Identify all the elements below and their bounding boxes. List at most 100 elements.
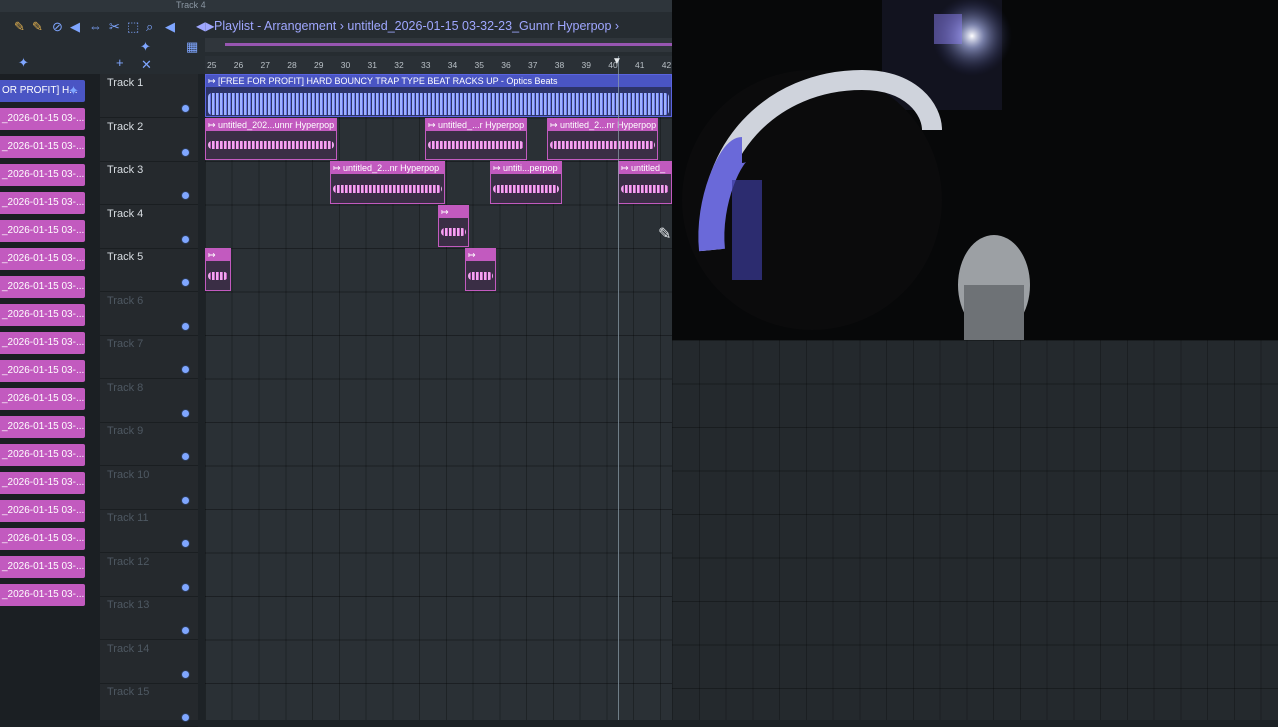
picker-clip-item[interactable]: _2026-01-15 03-... xyxy=(0,164,85,186)
clip-t3a[interactable]: ↦ untitled_2...nr Hyperpop xyxy=(330,161,445,204)
track-header[interactable]: Track 4 xyxy=(100,205,198,249)
time-ruler[interactable]: 25 26 27 28 29 30 31 32 33 34 35 36 37 38 39 40 41 42 xyxy=(205,56,672,74)
paint-icon[interactable]: ✎ xyxy=(32,20,43,34)
playlist-overview[interactable] xyxy=(205,38,672,52)
waveform xyxy=(493,184,559,193)
track-enable-led-icon[interactable] xyxy=(182,366,189,373)
track-header[interactable]: Track 8 xyxy=(100,379,198,423)
track-label: Track 11 xyxy=(107,512,149,524)
track-header[interactable]: Track 14 xyxy=(100,640,198,684)
track-enable-led-icon[interactable] xyxy=(182,409,189,417)
picker-clip-item[interactable]: _2026-01-15 03-... xyxy=(0,472,85,494)
clip-t3c[interactable]: ↦ untitled_ xyxy=(618,161,672,204)
track-label: Track 10 xyxy=(107,468,150,481)
picker-clip-item[interactable]: _2026-01-15 03-... xyxy=(0,584,85,606)
track-label: Track 13 xyxy=(107,599,150,611)
clip-t5a[interactable]: ↦ xyxy=(205,248,231,291)
ruler-bar-number: 32 xyxy=(394,60,404,70)
picker-clip-item[interactable]: _2026-01-15 03-... xyxy=(0,444,85,466)
select-icon[interactable]: ⬚ xyxy=(127,20,139,34)
clip-t2c[interactable]: ↦ untitled_2...nr Hyperpop xyxy=(547,118,658,160)
clip-t3b[interactable]: ↦ untiti...perpop xyxy=(490,161,562,204)
picker-clip-item[interactable]: _2026-01-15 03-... xyxy=(0,556,85,578)
snap-icon[interactable]: ✦ xyxy=(140,40,151,54)
track-enable-led-icon[interactable] xyxy=(182,322,189,330)
track-label: Track 12 xyxy=(107,555,150,568)
track-enable-led-icon[interactable] xyxy=(182,670,189,678)
track-label: Track 1 xyxy=(107,77,144,89)
track-label: Track 8 xyxy=(107,381,144,394)
track-enable-led-icon[interactable] xyxy=(182,279,189,286)
playlist-title[interactable]: Playlist - Arrangement › untitled_2026-0… xyxy=(214,19,619,33)
track-header[interactable]: Track 10 xyxy=(100,466,198,510)
ruler-bar-number: 31 xyxy=(367,60,377,70)
clip-beat[interactable]: ↦ [FREE FOR PROFIT] HARD BOUNCY TRAP TYP… xyxy=(205,74,672,117)
track-label: Track 14 xyxy=(107,642,150,655)
picker-move-icon[interactable]: ✦ xyxy=(18,56,29,70)
playhead[interactable] xyxy=(618,56,619,720)
close-icon[interactable]: ✕ xyxy=(141,58,152,72)
picker-clip-item[interactable]: _2026-01-15 03-... xyxy=(0,416,85,438)
slip-icon[interactable]: ⇔ xyxy=(89,20,102,34)
picker-clip-item[interactable]: _2026-01-15 03-... xyxy=(0,388,85,410)
ruler-bar-number: 39 xyxy=(581,60,591,70)
track-enable-led-icon[interactable] xyxy=(182,105,189,112)
track-header[interactable]: Track 6 xyxy=(100,292,198,336)
playlist-menu-arrow-icon[interactable]: ◀▶ xyxy=(196,19,214,33)
clip-label: ↦ untitled_2...nr Hyperpop xyxy=(331,162,444,174)
track-enable-led-icon[interactable] xyxy=(182,453,189,460)
track-header[interactable]: Track 11 xyxy=(100,509,198,553)
clip-label: ↦ [FREE FOR PROFIT] HARD BOUNCY TRAP TYP… xyxy=(206,75,671,87)
clip-t2b[interactable]: ↦ untitled_...r Hyperpop xyxy=(425,118,527,160)
clip-t5b[interactable]: ↦ xyxy=(465,248,496,291)
track-header[interactable]: Track 1 xyxy=(100,74,198,118)
picker-move-icon-2[interactable]: ✦ xyxy=(68,84,79,98)
playhead-marker-icon[interactable]: ▼ xyxy=(612,56,622,67)
picker-clip-item[interactable]: _2026-01-15 03-... xyxy=(0,192,85,214)
waveform xyxy=(468,271,493,280)
picker-clip-item[interactable]: _2026-01-15 03-... xyxy=(0,108,85,130)
clip-t2a[interactable]: ↦ untitled_202...unnr Hyperpop xyxy=(205,118,337,160)
track-enable-led-icon[interactable] xyxy=(182,235,189,243)
grid-icon[interactable]: ▦ xyxy=(186,40,198,54)
track-enable-led-icon[interactable] xyxy=(182,496,189,504)
ruler-bar-number: 37 xyxy=(528,60,538,70)
track-label: Track 5 xyxy=(107,251,144,263)
picker-clip-item[interactable]: _2026-01-15 03-... xyxy=(0,220,85,242)
picker-clip-item[interactable]: _2026-01-15 03-... xyxy=(0,500,85,522)
track-enable-led-icon[interactable] xyxy=(182,148,189,156)
ruler-bar-number: 28 xyxy=(287,60,297,70)
add-icon[interactable]: + xyxy=(116,56,124,70)
waveform xyxy=(208,271,228,280)
track-header[interactable]: Track 15 xyxy=(100,683,198,727)
track-header[interactable]: Track 5 xyxy=(100,248,198,292)
track-header[interactable]: Track 7 xyxy=(100,335,198,379)
picker-clip-item[interactable]: _2026-01-15 03-... xyxy=(0,332,85,354)
pencil-cursor-icon: ✎ xyxy=(658,226,672,243)
track-enable-led-icon[interactable] xyxy=(182,540,189,547)
slice-icon[interactable]: ✂ xyxy=(109,20,120,34)
picker-clip-item[interactable]: _2026-01-15 03-... xyxy=(0,276,85,298)
track-header[interactable]: Track 2 xyxy=(100,118,198,162)
mute-icon[interactable]: ◀ xyxy=(70,20,80,34)
picker-clip-item[interactable]: _2026-01-15 03-... xyxy=(0,360,85,382)
picker-clip-item[interactable]: _2026-01-15 03-... xyxy=(0,136,85,158)
picker-clip-item[interactable]: _2026-01-15 03-... xyxy=(0,304,85,326)
track-enable-led-icon[interactable] xyxy=(182,627,189,634)
pencil-icon[interactable]: ✎ xyxy=(14,20,25,34)
ruler-bar-number: 42 xyxy=(661,60,672,70)
playback-icon[interactable]: ◀ xyxy=(165,20,175,34)
track-header[interactable]: Track 13 xyxy=(100,596,198,640)
track-enable-led-icon[interactable] xyxy=(182,192,189,199)
clip-t4a[interactable]: ↦ xyxy=(438,205,469,247)
zoom-icon[interactable]: ⌕ xyxy=(146,20,153,34)
picker-clip-item[interactable]: _2026-01-15 03-... xyxy=(0,528,85,550)
track-header[interactable]: Track 12 xyxy=(100,553,198,597)
delete-icon[interactable]: ⊘ xyxy=(52,20,63,34)
track-header[interactable]: Track 3 xyxy=(100,161,198,205)
track-header[interactable]: Track 9 xyxy=(100,422,198,466)
picker-clip-item[interactable]: _2026-01-15 03-... xyxy=(0,248,85,270)
track-enable-led-icon[interactable] xyxy=(182,583,189,591)
clip-label: ↦ untitled_202...unnr Hyperpop xyxy=(206,119,336,131)
ruler-bar-number: 33 xyxy=(421,60,431,70)
